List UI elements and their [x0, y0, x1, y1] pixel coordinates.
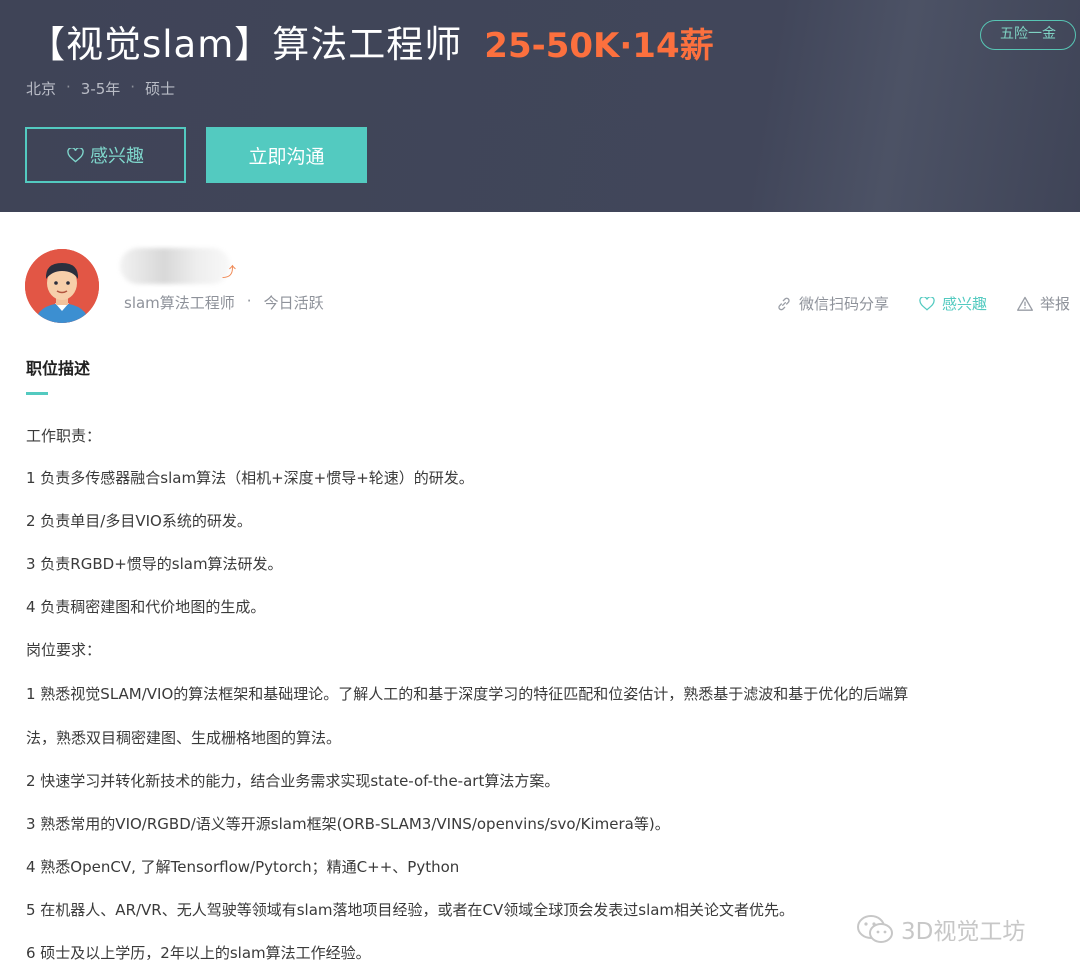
heart-icon [919, 296, 935, 311]
job-title: 【视觉slam】算法工程师 [28, 23, 463, 66]
desc-line: 4 熟悉OpenCV, 了解Tensorflow/Pytorch；精通C++、P… [26, 858, 460, 876]
job-meta: 北京 · 3-5年 · 硕士 [26, 78, 175, 99]
share-label: 微信扫码分享 [798, 295, 889, 313]
job-education: 硕士 [145, 80, 176, 98]
meta-separator: · [66, 78, 71, 96]
recruiter-role: slam算法工程师 [124, 294, 235, 312]
interest-button-label: 感兴趣 [90, 146, 144, 167]
recruiter-name-blurred [120, 248, 230, 284]
recruiter-separator: · [246, 292, 252, 310]
desc-line: 岗位要求： [26, 641, 102, 659]
benefit-tag: 五险一金 [980, 20, 1076, 50]
report-label: 举报 [1039, 295, 1070, 313]
desc-line: 1 负责多传感器融合slam算法（相机+深度+惯导+轮速）的研发。 [26, 469, 474, 487]
report-action[interactable]: 举报 [1016, 293, 1070, 314]
share-action[interactable]: 微信扫码分享 [776, 293, 889, 314]
desc-line: 3 负责RGBD+惯导的slam算法研发。 [26, 555, 283, 573]
desc-line: 法，熟悉双目稠密建图、生成栅格地图的算法。 [26, 729, 342, 747]
recruiter-meta: slam算法工程师 · 今日活跃 [124, 292, 324, 313]
chat-now-button[interactable]: 立即沟通 [206, 127, 367, 183]
section-title: 职位描述 [26, 359, 91, 378]
desc-line: 5 在机器人、AR/VR、无人驾驶等领域有slam落地项目经验，或者在CV领域全… [26, 901, 795, 919]
recruiter-avatar[interactable] [25, 249, 99, 323]
desc-line: 工作职责： [26, 427, 102, 445]
interest-action[interactable]: 感兴趣 [919, 293, 987, 314]
avatar-illustration [25, 249, 99, 323]
link-icon [778, 297, 790, 310]
desc-line: 1 熟悉视觉SLAM/VIO的算法框架和基础理论。了解人工的和基于深度学习的特征… [26, 685, 909, 703]
salary: 25-50K·14薪 [484, 26, 714, 66]
desc-line: 2 快速学习并转化新技术的能力，结合业务需求实现state-of-the-art… [26, 772, 560, 790]
section-underline [26, 392, 48, 395]
heart-icon [67, 147, 84, 163]
verified-icon: ⤴ [222, 265, 236, 281]
recruiter-activity: 今日活跃 [263, 294, 324, 312]
job-experience: 3-5年 [80, 80, 121, 98]
title-row: 【视觉slam】算法工程师 25-50K·14薪 [28, 14, 714, 68]
meta-separator: · [130, 78, 136, 96]
desc-line: 6 硕士及以上学历，2年以上的slam算法工作经验。 [26, 944, 371, 962]
warning-icon [1016, 296, 1033, 311]
action-bar: 微信扫码分享 感兴趣 举报 [776, 293, 1070, 314]
job-location: 北京 [26, 80, 57, 98]
interest-label: 感兴趣 [941, 295, 987, 313]
wechat-icon [857, 915, 893, 943]
interest-button[interactable]: 感兴趣 [25, 127, 186, 183]
desc-line: 3 熟悉常用的VIO/RGBD/语义等开源slam框架(ORB-SLAM3/VI… [26, 815, 670, 833]
desc-line: 2 负责单目/多目VIO系统的研发。 [26, 512, 252, 530]
watermark-text: 3D视觉工坊 [901, 919, 1026, 945]
job-header: 【视觉slam】算法工程师 25-50K·14薪 五险一金 北京 · 3-5年 … [0, 0, 1080, 212]
watermark: 3D视觉工坊 [855, 912, 1025, 946]
desc-line: 4 负责稠密建图和代价地图的生成。 [26, 598, 266, 616]
